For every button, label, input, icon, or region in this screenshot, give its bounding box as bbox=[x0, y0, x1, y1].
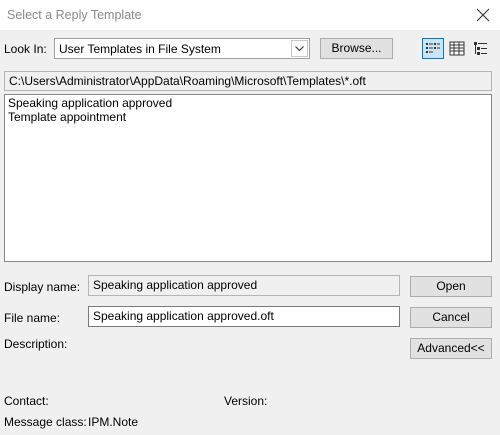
list-item[interactable]: Template appointment bbox=[8, 110, 488, 124]
list-view-icon[interactable] bbox=[422, 38, 444, 59]
open-button[interactable]: Open bbox=[410, 276, 492, 297]
cancel-button[interactable]: Cancel bbox=[410, 307, 492, 328]
display-name-field: Speaking application approved bbox=[88, 275, 400, 296]
description-label: Description: bbox=[4, 337, 68, 351]
browse-button[interactable]: Browse... bbox=[320, 38, 393, 59]
advanced-button[interactable]: Advanced<< bbox=[410, 338, 492, 359]
look-in-select[interactable]: User Templates in File System bbox=[54, 38, 310, 59]
file-name-label: File name: bbox=[4, 311, 61, 325]
display-name-label: Display name: bbox=[4, 280, 81, 294]
details-view-icon[interactable] bbox=[446, 38, 468, 59]
look-in-label: Look In: bbox=[4, 42, 47, 56]
template-list[interactable]: Speaking application approved Template a… bbox=[4, 94, 492, 262]
look-in-value: User Templates in File System bbox=[59, 42, 221, 56]
message-class-label: Message class: bbox=[4, 415, 87, 429]
message-class-value: IPM.Note bbox=[88, 415, 139, 429]
close-icon[interactable] bbox=[475, 7, 491, 23]
contact-label: Contact: bbox=[4, 394, 49, 408]
file-name-input[interactable]: Speaking application approved.oft bbox=[88, 306, 400, 327]
list-item[interactable]: Speaking application approved bbox=[8, 96, 488, 110]
tree-view-icon[interactable] bbox=[470, 38, 492, 59]
window-title: Select a Reply Template bbox=[7, 8, 142, 22]
chevron-down-icon[interactable] bbox=[291, 40, 308, 57]
path-field: C:\Users\Administrator\AppData\Roaming\M… bbox=[4, 71, 492, 91]
version-label: Version: bbox=[224, 394, 268, 408]
